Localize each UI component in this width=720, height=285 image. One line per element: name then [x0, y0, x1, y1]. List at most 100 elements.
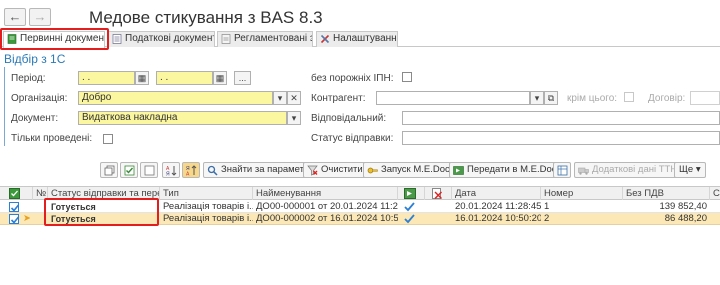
launch-medoc-label: Запуск M.E.Doc	[381, 164, 450, 175]
check-icon	[10, 216, 20, 224]
send-to-medoc-button[interactable]: Передати в M.E.Doc	[449, 162, 562, 178]
column-doc-number[interactable]: Номер	[541, 187, 623, 200]
svg-text:A: A	[186, 172, 190, 177]
no-empty-ipn-checkbox[interactable]	[402, 72, 412, 82]
column-deleted[interactable]	[425, 187, 452, 200]
organization-label: Організація:	[11, 93, 68, 104]
chevron-down-icon[interactable]: ▾	[273, 91, 287, 105]
tools-icon	[320, 34, 330, 44]
document-grid-icon	[112, 34, 122, 44]
copy-icon	[104, 165, 115, 176]
tab-regulated-reports[interactable]: Регламентовані звіти	[217, 31, 313, 47]
row-date: 20.01.2024 11:28:45	[455, 201, 541, 212]
contract-label: Договір:	[648, 93, 686, 104]
column-name[interactable]: Найменування	[253, 187, 398, 200]
current-row-marker-icon: ➤	[23, 213, 30, 224]
period-to-field[interactable]: . .	[156, 71, 213, 85]
clear-button[interactable]: Очистити	[303, 162, 368, 178]
print-button[interactable]	[553, 162, 571, 178]
extra-ttn-data-button[interactable]: Додаткові дані ТТН	[574, 162, 683, 178]
truck-icon	[578, 167, 589, 175]
chevron-down-icon: ▾	[695, 164, 701, 175]
row-name: ДО00-000001 от 20.01.2024 11:28:45	[256, 201, 398, 212]
document-table-icon	[557, 165, 568, 176]
check-all-icon	[124, 165, 135, 176]
column-sent[interactable]	[398, 187, 425, 200]
sort-desc-button[interactable]: ЯA	[182, 162, 200, 178]
contractor-field[interactable]	[376, 91, 530, 105]
report-icon	[221, 34, 231, 44]
launch-medoc-button[interactable]: Запуск M.E.Doc	[363, 162, 455, 178]
document-label: Документ:	[11, 113, 59, 124]
sent-check-icon	[398, 201, 425, 213]
row-name: ДО00-000002 от 16.01.2024 10:50:20	[256, 213, 398, 224]
row-amount: 139 852,40	[659, 201, 707, 212]
check-all-button[interactable]	[120, 162, 138, 178]
row-type: Реалізація товарів і...	[163, 213, 253, 224]
sort-desc-icon: ЯA	[186, 165, 197, 176]
copy-button[interactable]	[100, 162, 118, 178]
row-amount: 86 488,20	[664, 213, 707, 224]
check-icon	[9, 188, 20, 199]
highlight-frame-tab	[0, 28, 109, 50]
title-bar: ← → Медове стикування з BAS 8.3	[0, 0, 720, 30]
highlight-frame-status	[44, 198, 159, 226]
tab-tax-documents[interactable]: Податкові документи	[108, 31, 215, 47]
column-date[interactable]: Дата	[452, 187, 541, 200]
row-date: 16.01.2024 10:50:20	[455, 213, 541, 224]
search-icon	[207, 165, 218, 176]
period-from-field[interactable]: . .	[78, 71, 135, 85]
clear-label: Очистити	[321, 164, 363, 175]
sort-icon: AЯ	[166, 166, 177, 177]
send-status-label: Статус відправки:	[311, 133, 394, 144]
column-sum[interactable]: Су	[710, 187, 720, 200]
column-type[interactable]: Тип	[160, 187, 253, 200]
tab-settings[interactable]: Налаштування	[316, 31, 398, 47]
column-amount-no-vat[interactable]: Без ПДВ	[623, 187, 710, 200]
more-button[interactable]: Ще ▾	[674, 162, 706, 178]
section-divider	[4, 67, 5, 146]
contract-field[interactable]	[690, 91, 720, 105]
sort-button[interactable]: AЯ	[162, 162, 180, 178]
except-this-checkbox[interactable]	[624, 92, 634, 102]
row-doc-number: 1	[544, 201, 550, 212]
chevron-down-icon[interactable]: ▾	[530, 91, 544, 105]
clear-filter-icon	[307, 165, 318, 176]
send-status-field[interactable]	[402, 131, 720, 145]
send-to-medoc-label: Передати в M.E.Doc	[467, 164, 557, 175]
period-label: Період:	[11, 73, 46, 84]
extra-ttn-data-label: Додаткові дані ТТН	[592, 164, 678, 175]
contractor-label: Контрагент:	[311, 93, 366, 104]
uncheck-all-icon	[144, 165, 155, 176]
responsible-label: Відповідальний:	[311, 113, 387, 124]
document-field[interactable]: Видаткова накладна	[78, 111, 287, 125]
medoc-icon	[404, 188, 416, 199]
responsible-field[interactable]	[402, 111, 720, 125]
grid-empty-area	[0, 226, 720, 285]
tab-label: Регламентовані звіти	[234, 33, 312, 44]
row-checkbox[interactable]	[9, 214, 20, 224]
delete-mark-icon	[432, 188, 442, 199]
check-icon	[10, 204, 20, 212]
calendar-icon[interactable]: ▦	[213, 71, 227, 85]
period-select-button[interactable]: ...	[234, 71, 251, 85]
organization-field[interactable]: Добро	[78, 91, 273, 105]
back-button[interactable]: ←	[4, 8, 26, 26]
chevron-down-icon[interactable]: ▾	[287, 111, 301, 125]
page-title: Медове стикування з BAS 8.3	[89, 8, 323, 27]
posted-only-checkbox[interactable]	[103, 134, 113, 144]
send-icon	[453, 166, 464, 175]
row-doc-number: 2	[544, 213, 550, 224]
forward-button[interactable]: →	[29, 8, 51, 26]
more-label: Ще	[679, 164, 694, 175]
open-icon[interactable]: ⧉	[544, 91, 558, 105]
posted-only-label: Тільки проведені:	[11, 133, 93, 144]
calendar-icon[interactable]: ▦	[135, 71, 149, 85]
close-icon[interactable]: ✕	[287, 91, 301, 105]
no-empty-ipn-label: без порожніх ІПН:	[311, 73, 394, 84]
column-checkbox[interactable]	[0, 187, 33, 200]
uncheck-all-button[interactable]	[140, 162, 158, 178]
svg-text:Я: Я	[166, 172, 170, 177]
filter-section-title: Відбір з 1С	[4, 52, 66, 66]
row-checkbox[interactable]	[9, 202, 20, 212]
